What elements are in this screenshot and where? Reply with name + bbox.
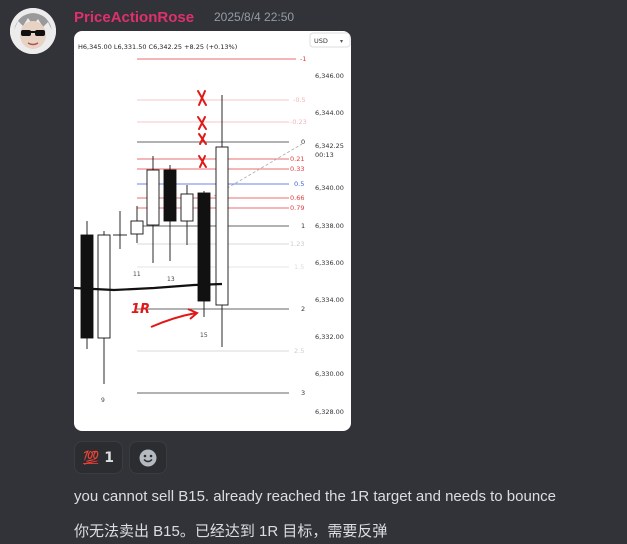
price-axis: 6,346.00 6,344.00 6,342.25 00:13 6,340.0… <box>315 72 344 416</box>
fib-label: 3 <box>301 389 305 397</box>
bar-label: 15 <box>200 332 208 339</box>
candle <box>215 146 229 306</box>
ohlc-readout: H6,345.00 L6,331.50 C6,342.25 +8.25 (+0.… <box>78 43 237 51</box>
timestamp: 2025/8/4 22:50 <box>214 10 295 24</box>
red-arrow-icon <box>150 312 197 328</box>
fib-label: -1 <box>300 55 306 63</box>
price-label: 6,346.00 <box>315 72 344 80</box>
currency-label: USD <box>314 37 328 45</box>
bar-label: 9 <box>101 397 105 404</box>
price-label: 6,332.00 <box>315 333 344 341</box>
fib-label: 2.5 <box>294 347 304 355</box>
message-text-en: you cannot sell B15. already reached the… <box>74 488 556 505</box>
fib-label: 1 <box>301 222 305 230</box>
bar-label: 13 <box>167 276 175 283</box>
hundred-points-icon: 💯 <box>83 449 99 465</box>
candle <box>80 234 94 339</box>
fib-label: -0.5 <box>293 96 306 104</box>
fib-label: 1.23 <box>290 240 304 248</box>
add-reaction-button[interactable] <box>128 441 167 474</box>
fib-label: -0.23 <box>290 118 307 126</box>
candle <box>130 220 144 235</box>
fib-label: 0 <box>301 138 305 146</box>
message-text-zh: 你无法卖出 B15。已经达到 1R 目标，需要反弹 <box>74 523 388 540</box>
price-label: 00:13 <box>315 151 334 159</box>
price-label: 6,336.00 <box>315 259 344 267</box>
candle <box>97 234 111 339</box>
fib-label: 0.66 <box>290 194 304 202</box>
fib-label: 0.21 <box>290 155 304 163</box>
username[interactable]: PriceActionRose <box>74 9 194 26</box>
fib-label: 0.33 <box>290 165 304 173</box>
price-label: 6,338.00 <box>315 222 344 230</box>
fib-labels: -1 -0.5 -0.23 0 0.21 0.33 0.5 0.66 0.79 … <box>290 55 307 397</box>
reactions-bar: 💯 1 <box>74 441 167 474</box>
annotation-1r: 1R <box>131 302 150 317</box>
price-label: 6,330.00 <box>315 370 344 378</box>
reaction-count: 1 <box>104 449 114 466</box>
candle <box>146 169 160 226</box>
reaction-hundred-points[interactable]: 💯 1 <box>74 441 123 474</box>
fib-label: 2 <box>301 305 305 313</box>
bar-label: 11 <box>133 271 141 278</box>
x-marks <box>197 90 207 168</box>
candle <box>163 169 177 222</box>
candles <box>80 95 229 384</box>
fib-label: 1.5 <box>294 263 304 271</box>
price-label: 6,340.00 <box>315 184 344 192</box>
price-label: 6,342.25 <box>315 142 344 150</box>
candle <box>180 193 194 222</box>
price-label: 6,334.00 <box>315 296 344 304</box>
price-label: 6,344.00 <box>315 109 344 117</box>
fib-label: 0.79 <box>290 204 304 212</box>
avatar[interactable] <box>10 8 56 54</box>
add-reaction-smiley-icon <box>139 449 157 466</box>
price-label: 6,328.00 <box>315 408 344 416</box>
fib-label: 0.5 <box>294 180 304 188</box>
chart-image-attachment[interactable]: H6,345.00 L6,331.50 C6,342.25 +8.25 (+0.… <box>74 31 351 431</box>
chevron-down-icon: ▾ <box>340 38 343 45</box>
